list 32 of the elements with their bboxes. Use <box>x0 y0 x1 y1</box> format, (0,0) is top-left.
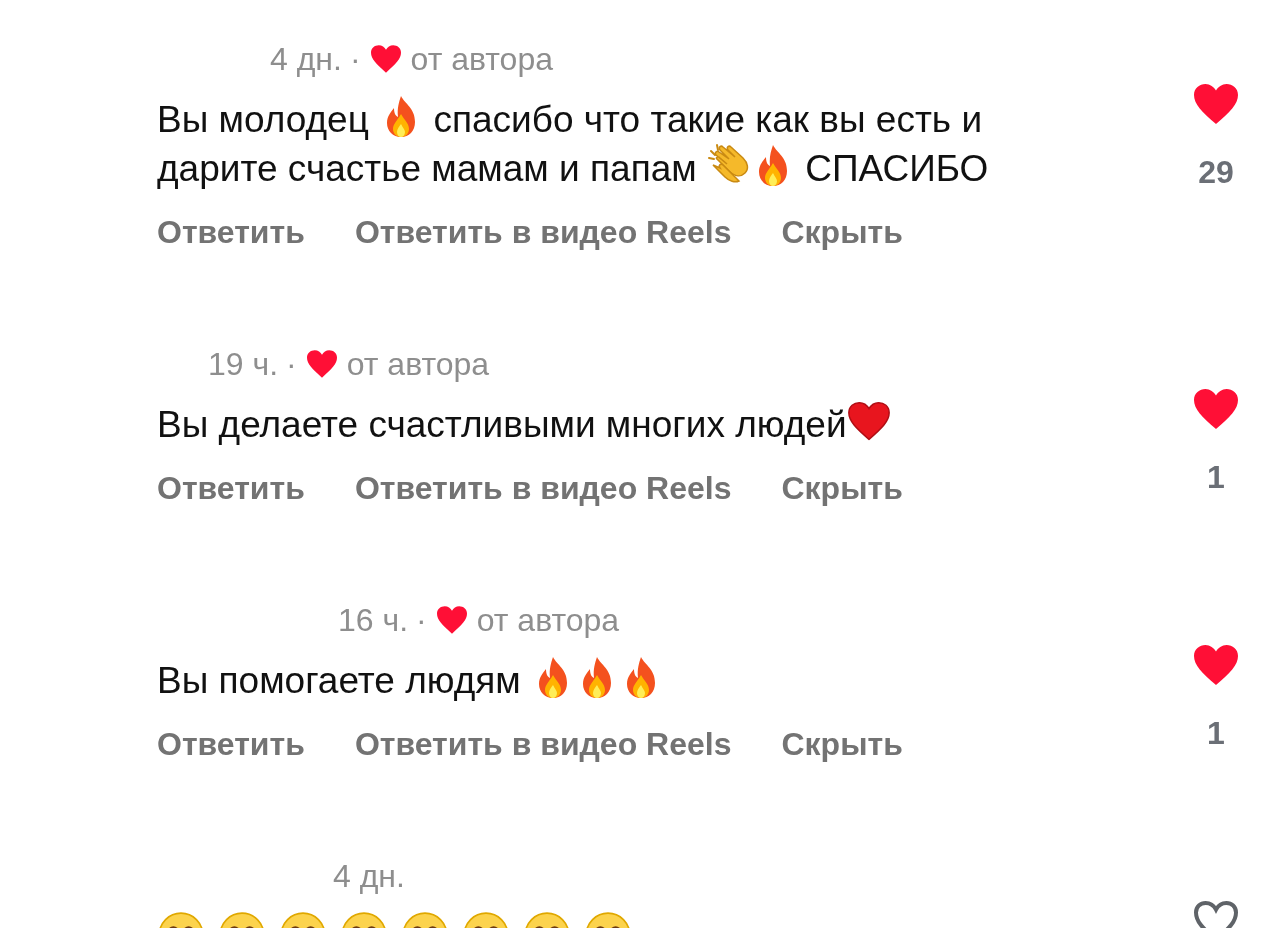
comment-time: 4 дн. <box>333 857 405 895</box>
comment-time: 19 ч. <box>208 345 279 383</box>
comment-text: дарите счастье мамам и папам <box>157 148 698 189</box>
separator-dot: · <box>286 345 297 383</box>
like-heart-icon[interactable] <box>1192 643 1240 687</box>
comment-text: СПАСИБО <box>804 148 989 189</box>
separator-dot: · <box>349 40 361 78</box>
comment-text: спасибо что такие как вы есть и <box>432 99 983 140</box>
author-label: от автора <box>410 40 553 78</box>
reply-link[interactable]: Скрыть <box>781 726 903 763</box>
reply-link[interactable]: Скрыть <box>781 214 903 251</box>
author-label: от автора <box>476 601 620 639</box>
reply-link[interactable]: Ответить <box>157 470 305 507</box>
like-count: 1 <box>1207 459 1225 496</box>
reply-link[interactable]: Ответить в видео Reels <box>354 470 732 507</box>
comment-time: 16 ч. <box>338 601 409 639</box>
reply-link[interactable]: Ответить <box>157 726 305 763</box>
separator-dot: · <box>416 601 427 639</box>
like-count: 29 <box>1198 154 1234 191</box>
reply-link[interactable]: Ответить в видео Reels <box>354 726 732 763</box>
reply-link[interactable]: Ответить <box>157 214 305 251</box>
like-count: 1 <box>1207 715 1225 752</box>
like-heart-icon[interactable] <box>1192 387 1240 431</box>
like-heart-icon[interactable] <box>1192 82 1240 126</box>
reply-link[interactable]: Ответить в видео Reels <box>354 214 732 251</box>
heart-icon <box>846 399 891 443</box>
author-label: от автора <box>346 345 490 383</box>
comment-time: 4 дн. <box>270 40 342 78</box>
comment-text: Вы делаете счастливыми многих людей <box>157 404 847 445</box>
comment-text: Вы помогаете людям <box>157 660 522 701</box>
comment-text: Вы молодец <box>157 99 370 140</box>
reply-link[interactable]: Скрыть <box>781 470 903 507</box>
